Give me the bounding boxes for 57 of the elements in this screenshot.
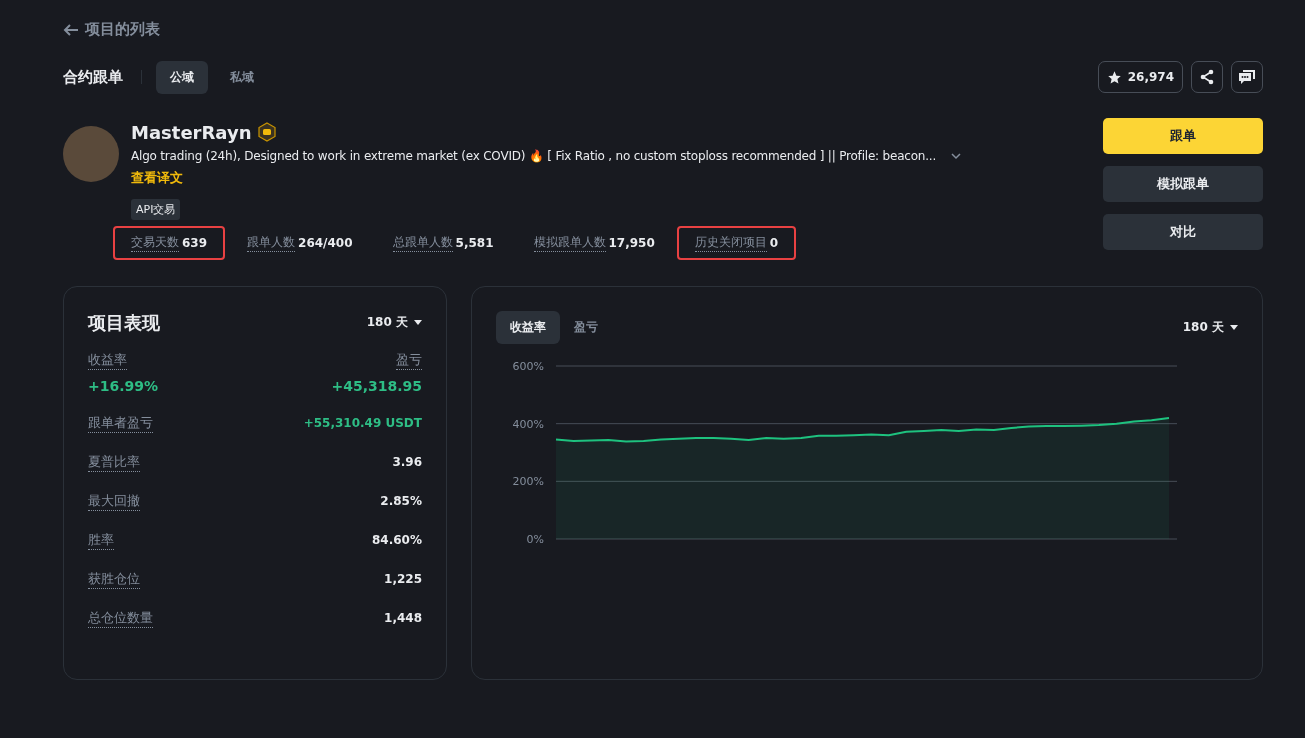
metric-value: 84.60% [372,533,422,547]
stat-label: 模拟跟单人数 [533,233,606,252]
metric-label: 夏普比率 [88,452,140,472]
stat-value: 0 [769,235,779,250]
stat-label: 交易天数 [131,233,179,252]
scope-tab[interactable]: 私域 [216,60,268,94]
metric-value: 2.85% [380,494,422,508]
y-axis-label: 200% [512,474,544,488]
card-title: 项目表现 [88,310,160,335]
translate-link[interactable]: 查看译文 [131,168,183,187]
share-icon [1199,69,1215,85]
pnl-value: +45,318.95 [331,377,422,394]
chat-icon [1238,69,1256,85]
page-title: 合约跟单 [63,67,123,87]
metric-label: 收益率 [88,350,127,370]
chat-button[interactable] [1231,61,1263,93]
stat-value: 17,950 [608,235,655,250]
metric-value: 1,448 [384,611,422,625]
period-dropdown[interactable]: 180 天 [366,314,422,331]
trader-name: MasterRayn [131,121,252,143]
roi-value: +16.99% [88,377,159,394]
expand-chevron-icon[interactable] [950,151,963,160]
star-icon [1106,69,1122,85]
metric-label: 盈亏 [396,350,422,370]
metric-label: 总仓位数量 [88,608,153,628]
stat-value: 5,581 [455,235,494,250]
chart-tab[interactable]: 收益率 [496,310,560,344]
scope-tab[interactable]: 公域 [156,60,208,94]
stat-label: 历史关闭项目 [694,233,767,252]
chart-tab[interactable]: 盈亏 [560,310,612,344]
metric-value: 1,225 [384,572,422,586]
metric-value: 3.96 [392,455,422,469]
caret-icon [414,320,422,325]
metric-label: 最大回撤 [88,491,140,511]
caret-icon [1230,324,1238,330]
api-trading-tag: API交易 [131,198,181,220]
metric-value: +55,310.49 USDT [303,416,422,430]
y-axis-label: 600% [512,359,544,373]
favorite-button[interactable]: 26,974 [1097,61,1183,93]
stat-value: 264/400 [298,235,353,250]
badge-icon [257,122,278,142]
stat-label: 跟单人数 [247,233,296,252]
share-button[interactable] [1191,61,1223,93]
action-button[interactable]: 跟单 [1103,117,1263,154]
back-arrow-icon [63,22,79,37]
metric-label: 胜率 [88,530,114,550]
stat-value: 639 [182,235,208,250]
metric-label: 跟单者盈亏 [88,413,153,433]
metric-label: 获胜仓位 [88,569,140,589]
stat-label: 总跟单人数 [392,233,453,252]
period-dropdown[interactable]: 180 天 [1182,318,1238,336]
back-link[interactable]: 项目的列表 [63,20,160,39]
y-axis-label: 400% [512,417,544,431]
y-axis-label: 0% [526,532,544,546]
action-button[interactable]: 模拟跟单 [1103,165,1263,202]
trader-description: Algo trading (24h), Designed to work in extreme market (ex COVID) 🔥 [ Fix Ratio , no custom stoploss recommended ] || Profile: beacon... [131,148,937,163]
action-button[interactable]: 对比 [1103,213,1263,250]
